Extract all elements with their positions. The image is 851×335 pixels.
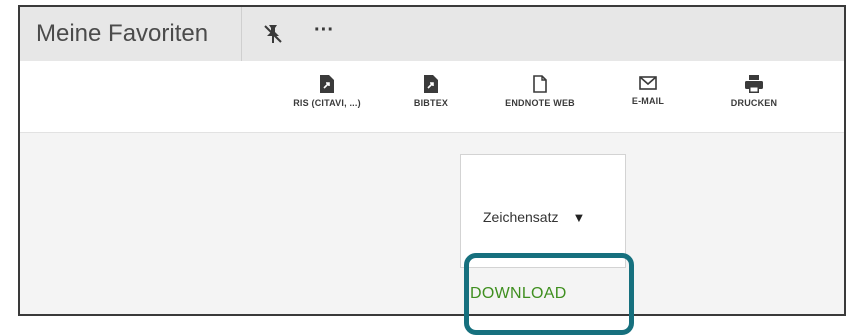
export-toolbar: RIS (CITAVI, ...) BIBTEX ENDNOTE WEB E-M… (20, 61, 844, 133)
panel-header: Meine Favoriten ··· (20, 7, 844, 62)
print-label: DRUCKEN (730, 98, 778, 108)
print-button[interactable]: DRUCKEN (723, 75, 785, 125)
download-options-box: Zeichensatz ▼ (460, 154, 626, 268)
unpin-icon (264, 25, 282, 43)
email-label: E-MAIL (631, 96, 665, 106)
unpin-button[interactable] (262, 23, 284, 45)
export-endnote-button[interactable]: ENDNOTE WEB (494, 75, 586, 125)
export-ris-label: RIS (CITAVI, ...) (293, 98, 361, 108)
favorites-panel: Meine Favoriten ··· RIS (CITAVI, ...) BI… (18, 5, 846, 316)
export-bibtex-button[interactable]: BIBTEX (406, 75, 456, 125)
export-endnote-label: ENDNOTE WEB (505, 98, 575, 108)
file-export-icon (320, 75, 334, 93)
charset-select-label: Zeichensatz (483, 209, 559, 225)
charset-select[interactable]: Zeichensatz ▼ (483, 209, 585, 229)
export-bibtex-label: BIBTEX (413, 98, 449, 108)
email-button[interactable]: E-MAIL (622, 75, 674, 125)
envelope-icon (639, 76, 657, 90)
file-outline-icon (533, 75, 547, 93)
download-button[interactable]: DOWNLOAD (470, 285, 567, 303)
caret-down-icon: ▼ (572, 210, 586, 225)
export-ris-button[interactable]: RIS (CITAVI, ...) (287, 75, 367, 125)
more-options-button[interactable]: ··· (312, 20, 336, 45)
panel-title: Meine Favoriten (20, 7, 242, 61)
file-export-icon (424, 75, 438, 93)
printer-icon (745, 75, 763, 93)
